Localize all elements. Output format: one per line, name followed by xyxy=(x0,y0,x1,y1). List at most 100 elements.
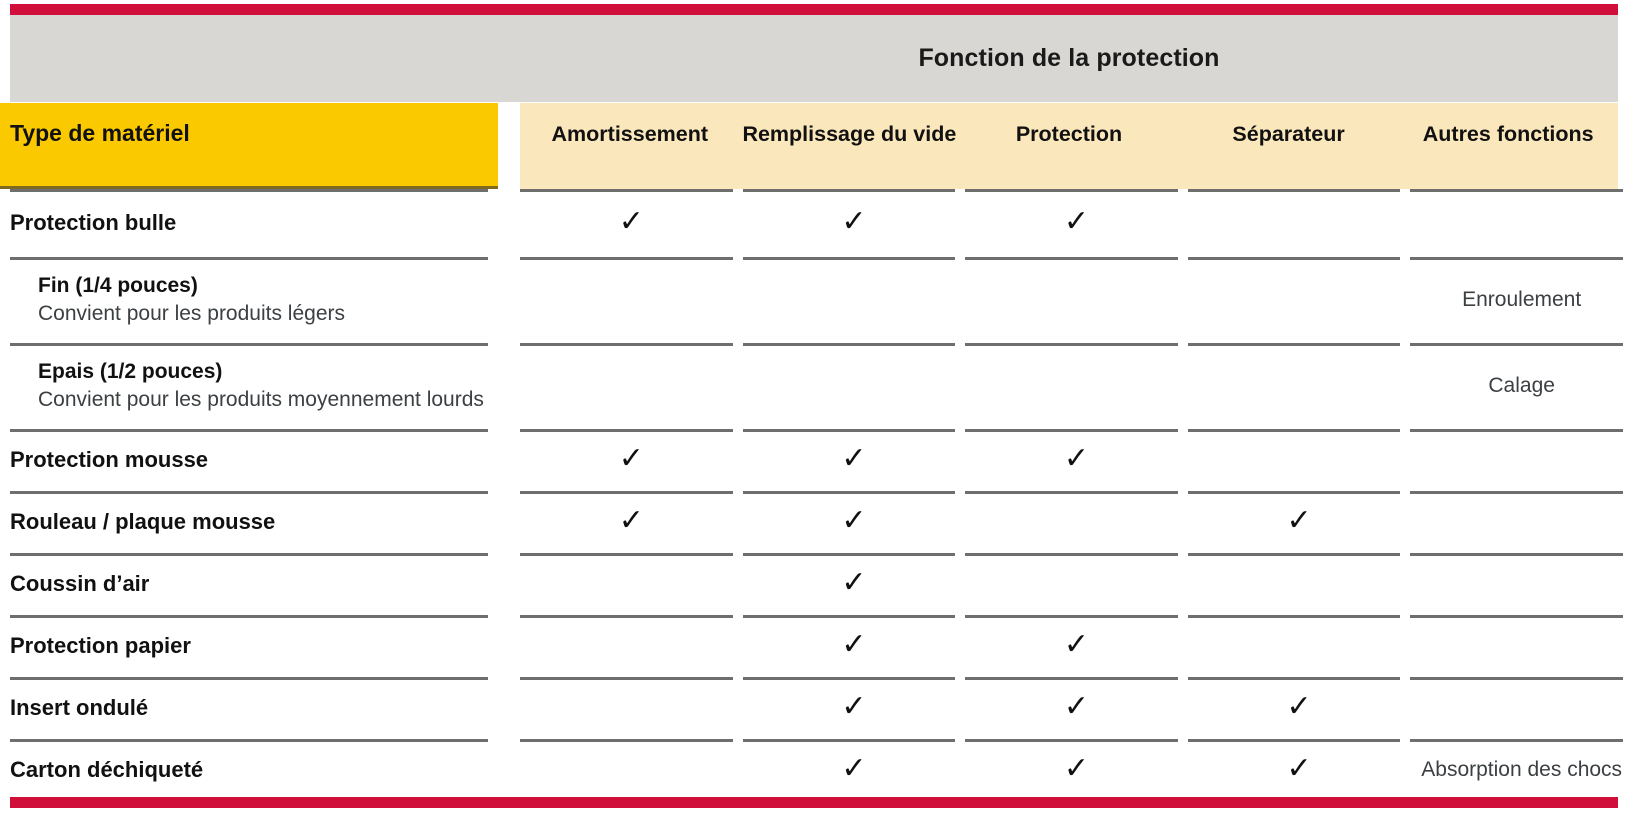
table-row: Epais (1/2 pouces) Convient pour les prod… xyxy=(0,343,1633,429)
row-label: Epais (1/2 pouces) xyxy=(38,359,223,383)
check-icon: ✓ xyxy=(841,689,867,724)
row-label-cell: Protection bulle xyxy=(0,189,498,257)
column-gap xyxy=(498,677,520,739)
row-separator xyxy=(10,553,488,556)
cell-r6-c2: ✓ xyxy=(742,553,966,615)
cell-separator xyxy=(520,429,733,432)
cell-separator xyxy=(965,615,1178,618)
cell-r7-c4 xyxy=(1187,615,1411,677)
cell-r9-c2: ✓ xyxy=(742,739,966,801)
cell-r8-c3: ✓ xyxy=(965,677,1188,739)
row-label-cell: Protection papier xyxy=(0,615,498,677)
table-row: Rouleau / plaque mousse ✓ ✓ ✓ xyxy=(0,491,1633,553)
row-cells: ✓ ✓ xyxy=(520,615,1633,677)
row-separator xyxy=(10,739,488,742)
row-separator xyxy=(10,677,488,680)
cell-separator xyxy=(1410,739,1623,742)
row-label: Protection papier xyxy=(10,633,191,659)
cell-separator xyxy=(1187,739,1401,742)
column-group-title: Fonction de la protection xyxy=(918,44,1220,72)
cell-separator xyxy=(1187,491,1401,494)
cell-r2-c5: Enroulement xyxy=(1410,257,1633,343)
cell-r1-c5 xyxy=(1410,189,1633,257)
cell-separator xyxy=(520,257,733,260)
table-row: Protection mousse ✓ ✓ ✓ xyxy=(0,429,1633,491)
cell-separator xyxy=(1410,189,1623,192)
row-label-cell: Carton déchiqueté xyxy=(0,739,498,801)
cell-r6-c4 xyxy=(1187,553,1411,615)
cell-r1-c2: ✓ xyxy=(742,189,966,257)
row-cells: ✓ ✓ ✓ xyxy=(520,429,1633,491)
cell-separator xyxy=(520,739,733,742)
row-label-cell: Coussin d’air xyxy=(0,553,498,615)
row-cells: Enroulement xyxy=(520,257,1633,343)
row-description: Convient pour les produits moyennement l… xyxy=(38,387,484,411)
cell-r7-c3: ✓ xyxy=(965,615,1188,677)
column-header-1: Amortissement xyxy=(551,121,709,146)
column-header-5: Autres fonctions xyxy=(1422,121,1594,146)
cell-r1-c3: ✓ xyxy=(965,189,1188,257)
cell-separator xyxy=(742,257,956,260)
cell-separator xyxy=(520,615,733,618)
cell-r7-c5 xyxy=(1410,615,1633,677)
check-icon: ✓ xyxy=(841,441,867,476)
cell-text: Enroulement xyxy=(1462,288,1582,311)
check-icon: ✓ xyxy=(1063,627,1090,662)
column-gap xyxy=(498,739,520,801)
column-gap xyxy=(498,553,520,615)
check-icon: ✓ xyxy=(841,751,867,786)
cell-separator xyxy=(1410,429,1623,432)
row-separator xyxy=(10,343,488,346)
column-header-3: Protection xyxy=(1015,121,1123,146)
column-gap xyxy=(498,491,520,553)
table-row: Insert ondulé ✓ ✓ ✓ xyxy=(0,677,1633,739)
cell-separator xyxy=(965,491,1178,494)
row-label-cell: Epais (1/2 pouces) Convient pour les prod… xyxy=(0,343,498,429)
row-label: Fin (1/4 pouces) xyxy=(38,273,198,297)
check-icon: ✓ xyxy=(1063,441,1090,476)
cell-r2-c2 xyxy=(742,257,966,343)
cell-separator xyxy=(1410,491,1623,494)
column-header-row: Amortissement Remplissage du vide Protecti… xyxy=(520,103,1618,189)
table-row: Protection papier ✓ ✓ xyxy=(0,615,1633,677)
row-cells: ✓ ✓ ✓ xyxy=(520,189,1633,257)
check-icon: ✓ xyxy=(1286,751,1312,786)
cell-r4-c5 xyxy=(1410,429,1633,491)
cell-separator xyxy=(520,491,733,494)
check-icon: ✓ xyxy=(1063,751,1090,786)
protection-materials-table: Fonction de la protection Type de matéri… xyxy=(0,0,1633,824)
cell-r5-c2: ✓ xyxy=(742,491,966,553)
row-label: Rouleau / plaque mousse xyxy=(10,509,276,535)
row-description: Convient pour les produits légers xyxy=(38,301,346,325)
cell-separator xyxy=(965,553,1178,556)
cell-separator xyxy=(1410,615,1623,618)
row-label: Carton déchiqueté xyxy=(10,757,204,783)
row-separator xyxy=(10,615,488,618)
cell-separator xyxy=(1187,615,1401,618)
cell-separator xyxy=(965,343,1178,346)
cell-separator xyxy=(742,343,956,346)
cell-r5-c1: ✓ xyxy=(520,491,743,553)
row-label-cell: Protection mousse xyxy=(0,429,498,491)
row-cells: ✓ ✓ ✓ Absorption des chocs xyxy=(520,739,1633,801)
cell-separator xyxy=(520,343,733,346)
cell-r8-c2: ✓ xyxy=(742,677,966,739)
column-gap xyxy=(498,615,520,677)
cell-separator xyxy=(965,739,1178,742)
check-icon: ✓ xyxy=(1286,689,1312,724)
cell-separator xyxy=(965,677,1178,680)
row-separator xyxy=(10,491,488,494)
check-icon: ✓ xyxy=(1286,503,1312,538)
cell-separator xyxy=(742,615,956,618)
cell-r4-c3: ✓ xyxy=(965,429,1188,491)
cell-r9-c1 xyxy=(520,739,743,801)
cell-r3-c2 xyxy=(742,343,966,429)
row-separator xyxy=(10,429,488,432)
bottom-red-rule xyxy=(10,797,1618,808)
cell-r6-c5 xyxy=(1410,553,1633,615)
table-row: Coussin d’air ✓ xyxy=(0,553,1633,615)
table-row: Carton déchiqueté ✓ ✓ ✓ Absorption des chocs xyxy=(0,739,1633,801)
cell-r4-c2: ✓ xyxy=(742,429,966,491)
check-icon: ✓ xyxy=(1063,204,1090,239)
check-icon: ✓ xyxy=(1063,689,1090,724)
